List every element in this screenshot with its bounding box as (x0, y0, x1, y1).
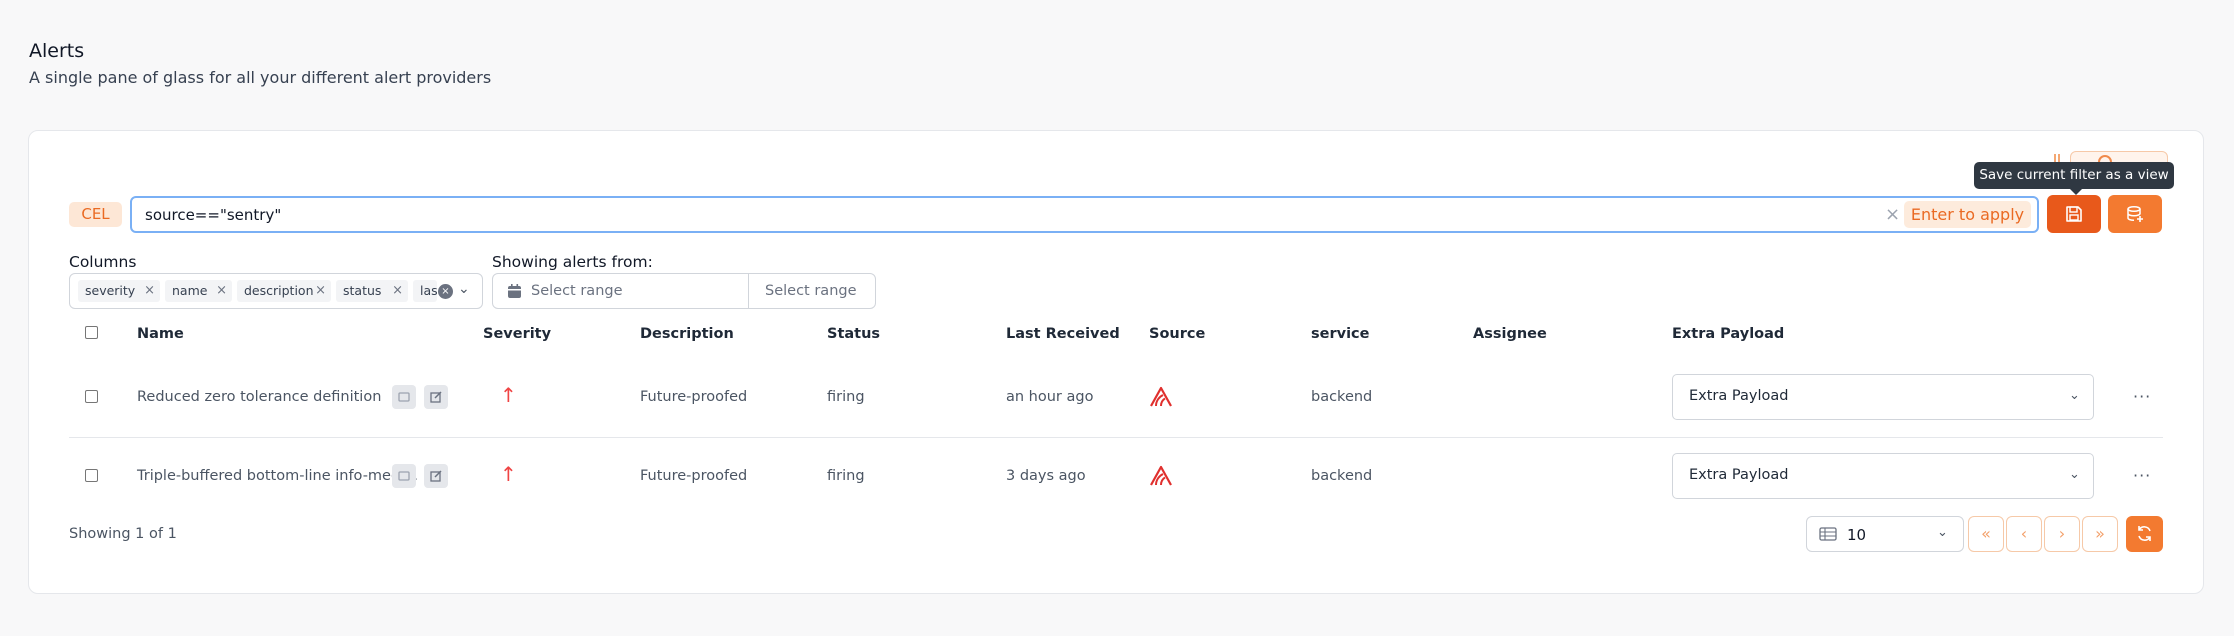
severity-arrow-icon: ↑ (500, 383, 517, 407)
range-start-input[interactable]: Select range (531, 283, 623, 299)
last-page-button[interactable]: » (2082, 516, 2118, 552)
extra-payload-select[interactable]: Extra Payload ⌄ (1672, 374, 2094, 420)
remove-chip-icon[interactable]: × (392, 280, 403, 302)
select-all-checkbox[interactable] (85, 326, 98, 339)
severity-arrow-icon: ↑ (500, 462, 517, 486)
columns-label: Columns (69, 253, 137, 271)
clear-search-icon[interactable]: × (1885, 204, 1900, 225)
edit-alert-button[interactable] (424, 385, 448, 409)
save-view-tooltip: Save current filter as a view (1974, 162, 2174, 195)
view-alert-button[interactable] (392, 464, 416, 488)
column-chip-last[interactable]: las (413, 280, 437, 302)
page-subtitle: A single pane of glass for all your diff… (29, 68, 492, 87)
edit-alert-button[interactable] (424, 464, 448, 488)
column-header-assignee[interactable]: Assignee (1473, 326, 1547, 342)
page-size-value: 10 (1847, 526, 1867, 544)
pagination-summary: Showing 1 of 1 (69, 526, 177, 542)
row-checkbox[interactable] (85, 469, 98, 482)
edit-icon (430, 391, 442, 403)
alert-service: backend (1311, 468, 1373, 484)
alert-name[interactable]: Reduced zero tolerance definition (137, 389, 381, 405)
range-divider (748, 274, 749, 308)
first-page-button[interactable]: « (1968, 516, 2004, 552)
enter-to-apply-button[interactable]: Enter to apply (1904, 201, 2031, 228)
range-end-input[interactable]: Select range (765, 283, 857, 299)
row-checkbox[interactable] (85, 390, 98, 403)
column-chip-name[interactable]: name × (165, 280, 232, 302)
column-chip-status[interactable]: status × (336, 280, 408, 302)
alert-last-received: 3 days ago (1006, 468, 1086, 484)
clear-columns-icon[interactable]: × (438, 284, 453, 299)
search-query-text[interactable]: source=="sentry" (145, 206, 281, 224)
alert-last-received: an hour ago (1006, 389, 1094, 405)
previous-page-button[interactable]: ‹ (2006, 516, 2042, 552)
refresh-icon (2138, 526, 2151, 541)
extra-payload-select[interactable]: Extra Payload ⌄ (1672, 453, 2094, 499)
chip-label: severity (85, 283, 136, 298)
row-actions-button[interactable]: ··· (2133, 387, 2151, 406)
column-header-extra-payload[interactable]: Extra Payload (1672, 326, 1784, 342)
alert-description: Future-proofed (640, 389, 748, 405)
chevron-down-icon: ⌄ (1937, 525, 1948, 540)
remove-chip-icon[interactable]: × (216, 280, 227, 302)
chip-label: description (244, 283, 314, 298)
chip-label: name (172, 283, 208, 298)
alert-status: firing (827, 468, 865, 484)
remove-chip-icon[interactable]: × (144, 280, 155, 302)
remove-chip-icon[interactable]: × (315, 280, 326, 302)
date-range-picker[interactable]: Select range Select range (492, 273, 876, 309)
chevron-down-icon: ⌄ (2069, 467, 2080, 482)
columns-select[interactable]: severity × name × description × status ×… (69, 273, 483, 309)
alert-service: backend (1311, 389, 1373, 405)
row-actions-button[interactable]: ··· (2133, 466, 2151, 485)
alert-name[interactable]: Triple-buffered bottom-line info-medi... (137, 468, 418, 484)
image-icon (398, 392, 410, 402)
save-view-button[interactable] (2047, 195, 2101, 233)
column-header-status[interactable]: Status (827, 326, 880, 342)
column-header-last-received[interactable]: Last Received (1006, 326, 1120, 342)
column-header-description[interactable]: Description (640, 326, 734, 342)
column-chip-severity[interactable]: severity × (78, 280, 160, 302)
column-chip-description[interactable]: description × (237, 280, 331, 302)
row-divider (69, 437, 2163, 438)
sentry-icon (1150, 386, 1172, 407)
save-filter-button[interactable] (2108, 195, 2162, 233)
column-header-name[interactable]: Name (137, 326, 184, 342)
edit-icon (430, 470, 442, 482)
column-header-service[interactable]: service (1311, 326, 1369, 342)
extra-payload-label: Extra Payload (1689, 467, 1789, 483)
page-title: Alerts (29, 40, 85, 62)
table-icon (1819, 527, 1837, 541)
chevron-down-icon: ⌄ (2069, 388, 2080, 403)
cel-badge: CEL (69, 202, 122, 227)
sentry-icon (1150, 465, 1172, 486)
next-page-button[interactable]: › (2044, 516, 2080, 552)
chip-label: status (343, 283, 382, 298)
cel-search-input[interactable]: source=="sentry" × Enter to apply (130, 196, 2039, 233)
alert-description: Future-proofed (640, 468, 748, 484)
floppy-disk-icon (2066, 206, 2082, 222)
chevron-down-icon[interactable]: ⌄ (458, 281, 470, 297)
page-size-select[interactable]: 10 ⌄ (1806, 516, 1964, 552)
image-icon (398, 471, 410, 481)
extra-payload-label: Extra Payload (1689, 388, 1789, 404)
database-plus-icon (2127, 205, 2143, 222)
timeframe-label: Showing alerts from: (492, 253, 653, 271)
chip-label: las (420, 283, 437, 298)
view-alert-button[interactable] (392, 385, 416, 409)
refresh-button[interactable] (2126, 516, 2163, 552)
column-header-source[interactable]: Source (1149, 326, 1205, 342)
calendar-icon (508, 284, 521, 298)
column-header-severity[interactable]: Severity (483, 326, 551, 342)
alert-status: firing (827, 389, 865, 405)
